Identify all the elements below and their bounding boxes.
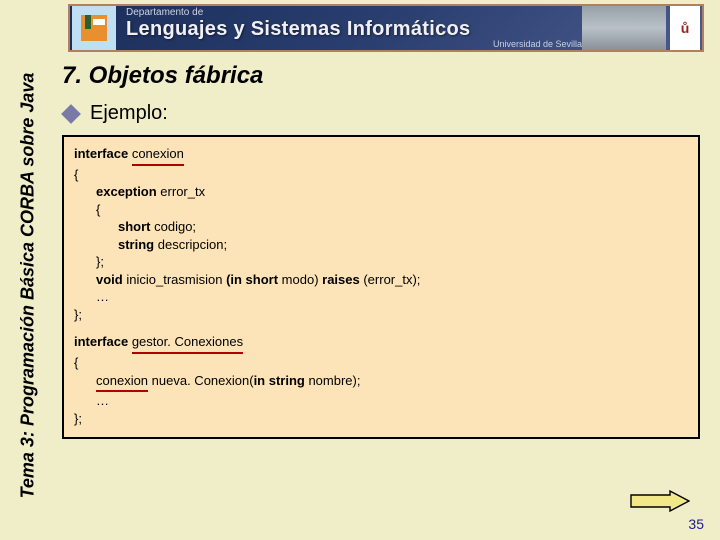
code-line: … <box>74 392 688 410</box>
header-banner: Departamento de Lenguajes y Sistemas Inf… <box>68 4 704 52</box>
banner-titles: Departamento de Lenguajes y Sistemas Inf… <box>126 7 582 49</box>
code-line: … <box>74 288 688 306</box>
page-number: 35 <box>688 516 704 532</box>
code-line: void inicio_trasmision (in short modo) r… <box>74 271 688 289</box>
code-line: }; <box>74 410 688 428</box>
code-line: { <box>74 201 688 219</box>
code-line: string descripcion; <box>74 236 688 254</box>
code-line: { <box>74 354 688 372</box>
university-shield-icon: ů <box>670 6 700 50</box>
next-arrow-icon[interactable] <box>630 490 690 512</box>
dept-logo <box>72 6 116 50</box>
banner-photo <box>582 6 666 50</box>
code-line: interface conexion <box>74 145 688 166</box>
bullet-row: Ejemplo: <box>62 102 700 125</box>
code-line: }; <box>74 253 688 271</box>
code-line: }; <box>74 306 688 324</box>
bullet-diamond-icon <box>61 104 81 124</box>
bullet-text: Ejemplo: <box>90 102 168 125</box>
dept-label: Departamento de <box>126 7 582 18</box>
code-line: { <box>74 166 688 184</box>
code-line: short codigo; <box>74 218 688 236</box>
code-example-box: interface conexion { exception error_tx … <box>62 135 700 439</box>
side-topic-text: Tema 3: Programación Básica CORBA sobre … <box>18 72 39 498</box>
code-line: exception error_tx <box>74 183 688 201</box>
dept-name: Lenguajes y Sistemas Informáticos <box>126 18 582 41</box>
side-topic-label: Tema 3: Programación Básica CORBA sobre … <box>4 60 52 510</box>
code-line: interface gestor. Conexiones <box>74 333 688 354</box>
code-line: conexion nueva. Conexion(in string nombr… <box>74 372 688 393</box>
slide-heading: 7. Objetos fábrica <box>62 62 700 90</box>
slide-content: 7. Objetos fábrica Ejemplo: interface co… <box>62 62 700 439</box>
